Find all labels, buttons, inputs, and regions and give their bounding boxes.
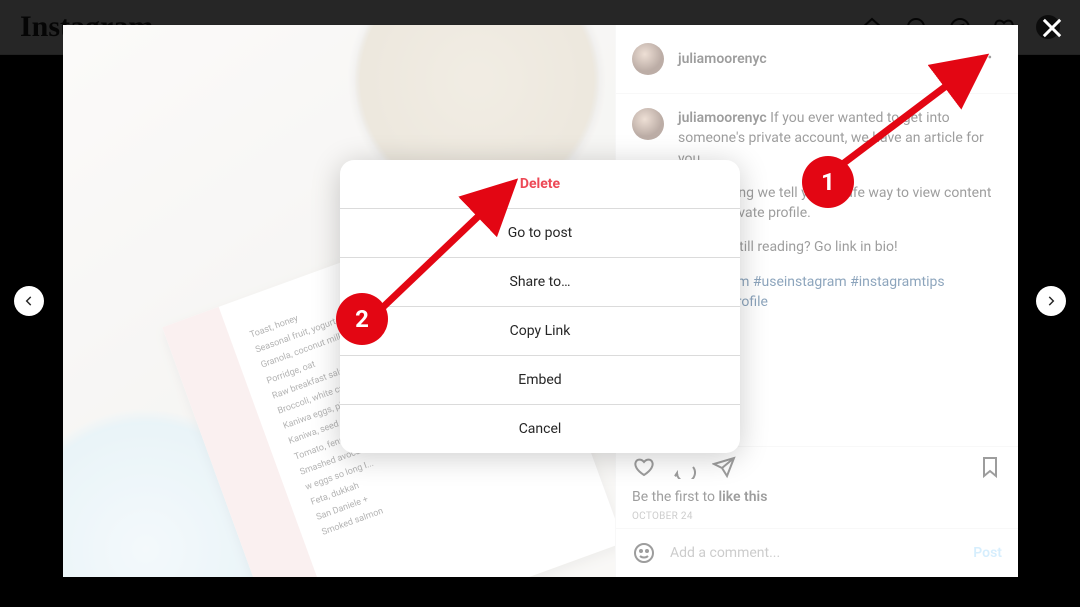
post-options-dialog: Delete Go to post Share to… Copy Link Em… <box>340 160 740 453</box>
chevron-left-icon <box>22 294 36 308</box>
option-cancel[interactable]: Cancel <box>340 404 740 453</box>
chevron-right-icon <box>1044 294 1058 308</box>
option-copy-link[interactable]: Copy Link <box>340 306 740 355</box>
option-delete[interactable]: Delete <box>340 160 740 208</box>
next-post-button[interactable] <box>1036 286 1066 316</box>
option-go-to-post[interactable]: Go to post <box>340 208 740 257</box>
close-button[interactable] <box>1038 14 1066 46</box>
close-icon <box>1038 14 1066 42</box>
previous-post-button[interactable] <box>14 286 44 316</box>
option-embed[interactable]: Embed <box>340 355 740 404</box>
option-share-to[interactable]: Share to… <box>340 257 740 306</box>
annotation-badge-2: 2 <box>336 293 388 345</box>
annotation-badge-1: 1 <box>802 156 854 208</box>
